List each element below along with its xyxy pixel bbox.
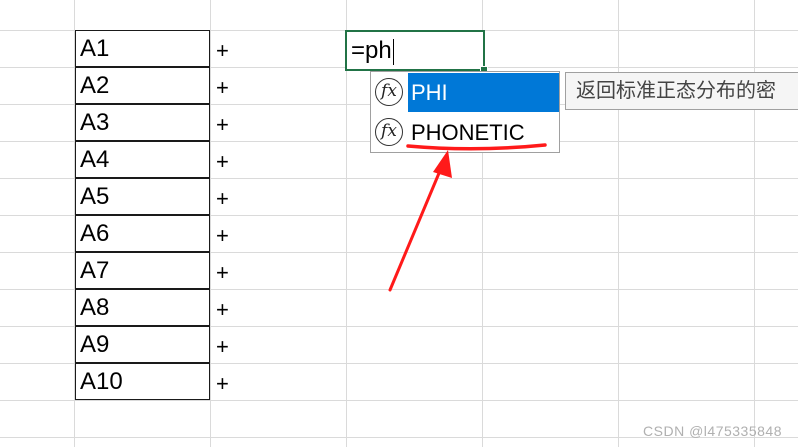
cell-a4[interactable]: A4 bbox=[75, 141, 210, 178]
function-icon: fx bbox=[375, 118, 403, 146]
autocomplete-item-label: PHONETIC bbox=[411, 120, 525, 145]
function-autocomplete-list: fx PHI fx PHONETIC bbox=[370, 71, 560, 153]
cell-a7[interactable]: A7 bbox=[75, 252, 210, 289]
function-icon: fx bbox=[375, 78, 403, 106]
cell-a8[interactable]: A8 bbox=[75, 289, 210, 326]
plus-cell[interactable]: + bbox=[216, 69, 236, 106]
formula-text: =ph bbox=[351, 37, 392, 64]
watermark: CSDN @l475335848 bbox=[643, 423, 782, 439]
cell-a10[interactable]: A10 bbox=[75, 363, 210, 400]
autocomplete-item-phi[interactable]: fx PHI bbox=[371, 73, 559, 112]
plus-cell[interactable]: + bbox=[216, 365, 236, 402]
plus-cell[interactable]: + bbox=[216, 217, 236, 254]
plus-cell[interactable]: + bbox=[216, 143, 236, 180]
cell-a6[interactable]: A6 bbox=[75, 215, 210, 252]
cell-a3[interactable]: A3 bbox=[75, 104, 210, 141]
cell-a2[interactable]: A2 bbox=[75, 67, 210, 104]
plus-cell[interactable]: + bbox=[216, 32, 236, 69]
plus-cell[interactable]: + bbox=[216, 328, 236, 365]
plus-cell[interactable]: + bbox=[216, 254, 236, 291]
plus-cell[interactable]: + bbox=[216, 291, 236, 328]
formula-edit-cell[interactable]: =ph bbox=[345, 30, 485, 71]
function-description-tooltip: 返回标准正态分布的密 bbox=[565, 72, 798, 110]
autocomplete-item-label: PHI bbox=[411, 80, 448, 105]
cell-a5[interactable]: A5 bbox=[75, 178, 210, 215]
cell-a9[interactable]: A9 bbox=[75, 326, 210, 363]
cell-a1[interactable]: A1 bbox=[75, 30, 210, 67]
text-caret bbox=[392, 38, 394, 65]
plus-cell[interactable]: + bbox=[216, 106, 236, 143]
row-divider bbox=[0, 400, 798, 401]
autocomplete-item-phonetic[interactable]: fx PHONETIC bbox=[371, 113, 559, 152]
plus-cell[interactable]: + bbox=[216, 180, 236, 217]
